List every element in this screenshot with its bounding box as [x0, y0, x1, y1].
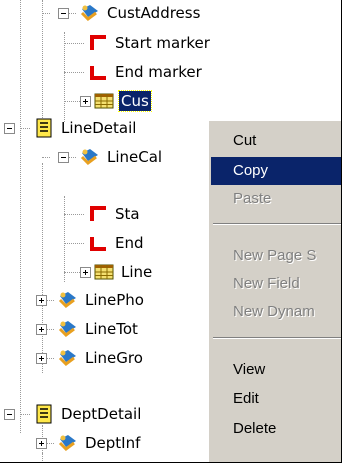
- menu-item-new-dynamic[interactable]: New Dynam: [211, 298, 341, 326]
- collapse-icon[interactable]: [58, 8, 69, 19]
- group-icon: [58, 290, 78, 310]
- menu-item-delete[interactable]: Delete: [211, 415, 341, 443]
- tree-node-label[interactable]: LinePho: [83, 290, 146, 310]
- tree-node-label[interactable]: Start marker: [113, 33, 212, 53]
- expand-icon[interactable]: [36, 324, 47, 335]
- start-marker-icon: [88, 33, 108, 53]
- group-icon: [80, 147, 100, 167]
- tree-guide-line: [64, 32, 65, 122]
- menu-item-edit[interactable]: Edit: [211, 385, 341, 413]
- tree-guide-line: [42, 163, 43, 373]
- group-icon: [58, 433, 78, 453]
- section-icon: [34, 118, 54, 138]
- group-icon: [80, 3, 100, 23]
- tree-panel: CustAddress Start marker End marker Cus …: [0, 0, 342, 463]
- menu-item-cut[interactable]: Cut: [211, 127, 341, 155]
- tree-guide-line: [42, 0, 43, 120]
- section-icon: [34, 404, 54, 424]
- menu-item-paste[interactable]: Paste: [211, 185, 341, 213]
- menu-item-new-field[interactable]: New Field: [211, 270, 341, 298]
- group-icon: [58, 319, 78, 339]
- context-menu: Cut Copy Paste New Page S New Field New …: [208, 120, 341, 462]
- tree-node-label[interactable]: DeptInf: [83, 433, 142, 453]
- menu-item-view[interactable]: View: [211, 356, 341, 384]
- collapse-icon[interactable]: [4, 409, 15, 420]
- expand-icon[interactable]: [36, 438, 47, 449]
- table-icon: [94, 91, 114, 111]
- tree-node-label[interactable]: DeptDetail: [59, 404, 143, 424]
- tree-node-label[interactable]: LineGro: [83, 348, 145, 368]
- tree-node-label[interactable]: CustAddress: [105, 3, 202, 23]
- tree-node-label[interactable]: Sta: [113, 204, 142, 224]
- tree-guide-line: [42, 453, 43, 462]
- tree-node-label[interactable]: Line: [119, 262, 154, 282]
- collapse-icon[interactable]: [4, 123, 15, 134]
- menu-item-copy[interactable]: Copy: [211, 157, 341, 185]
- end-marker-icon: [88, 233, 108, 253]
- group-icon: [58, 348, 78, 368]
- tree-node-label[interactable]: End marker: [113, 62, 204, 82]
- tree-node-label[interactable]: LineCal: [105, 147, 164, 167]
- expand-icon[interactable]: [36, 353, 47, 364]
- tree-node-label-selected[interactable]: Cus: [118, 90, 152, 112]
- tree-node-label[interactable]: LineDetail: [59, 118, 138, 138]
- menu-separator: [213, 337, 341, 339]
- expand-icon[interactable]: [36, 295, 47, 306]
- start-marker-icon: [88, 204, 108, 224]
- menu-item-new-page[interactable]: New Page S: [211, 242, 341, 270]
- expand-icon[interactable]: [80, 96, 91, 107]
- tree-guide-line: [64, 196, 65, 282]
- menu-separator: [213, 223, 341, 225]
- tree-guide-line: [20, 0, 21, 433]
- collapse-icon[interactable]: [58, 152, 69, 163]
- end-marker-icon: [88, 62, 108, 82]
- tree-node-label[interactable]: LineTot: [83, 319, 140, 339]
- expand-icon[interactable]: [80, 267, 91, 278]
- tree-node-label[interactable]: End: [113, 233, 146, 253]
- table-icon: [94, 262, 114, 282]
